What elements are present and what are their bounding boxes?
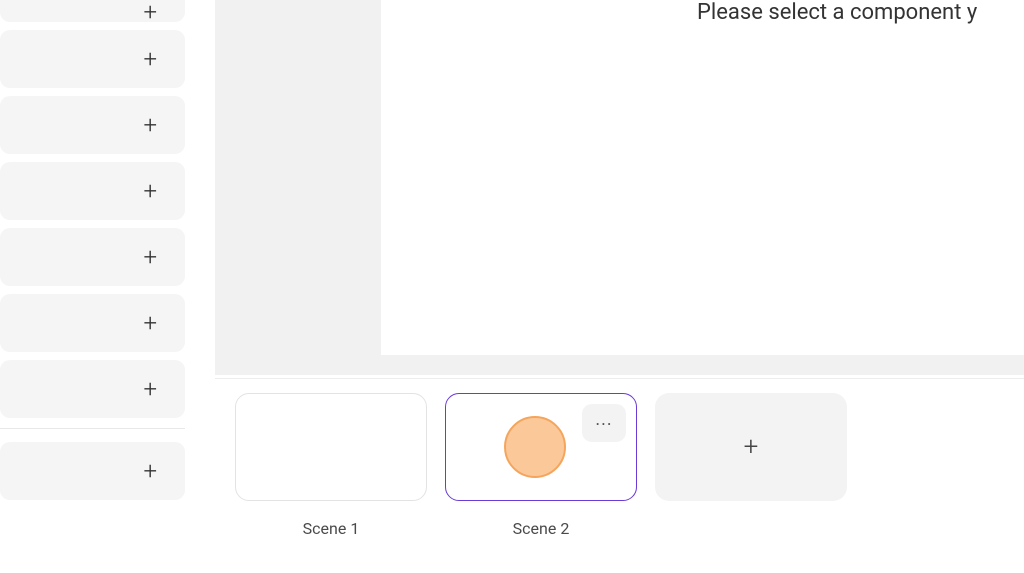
add-item-tile[interactable]: + <box>0 360 185 418</box>
add-item-tile[interactable]: + <box>0 96 185 154</box>
scene-label: Scene 2 <box>513 519 570 538</box>
canvas-area: Please select a component y <box>215 0 1024 375</box>
canvas-prompt-text: Please select a component y <box>697 0 977 25</box>
add-item-tile[interactable]: + <box>0 442 185 500</box>
panel-divider <box>0 428 185 434</box>
plus-icon: + <box>143 459 157 483</box>
add-item-tile[interactable]: + <box>0 30 185 88</box>
add-scene-button[interactable]: + <box>655 393 847 501</box>
left-panel: + + + + + + + + <box>0 0 191 573</box>
plus-icon: + <box>143 377 157 401</box>
add-item-tile[interactable]: + <box>0 0 185 22</box>
plus-icon: + <box>143 179 157 203</box>
plus-icon: + <box>744 432 759 462</box>
scene-thumbnail-selected[interactable]: ... <box>445 393 637 501</box>
highlight-marker-icon <box>504 416 566 478</box>
scene-timeline: Scene 1 ... Scene 2 + <box>215 378 1024 573</box>
add-item-tile[interactable]: + <box>0 294 185 352</box>
scene-block: ... Scene 2 <box>445 393 637 538</box>
plus-icon: + <box>143 47 157 71</box>
scene-label: Scene 1 <box>303 519 360 538</box>
plus-icon: + <box>143 113 157 137</box>
add-item-tile[interactable]: + <box>0 162 185 220</box>
scene-block: Scene 1 <box>235 393 427 538</box>
scene-thumbnail[interactable] <box>235 393 427 501</box>
plus-icon: + <box>143 245 157 269</box>
more-icon: ... <box>595 411 612 429</box>
plus-icon: + <box>143 0 157 24</box>
add-item-tile[interactable]: + <box>0 228 185 286</box>
plus-icon: + <box>143 311 157 335</box>
scene-more-button[interactable]: ... <box>582 404 626 442</box>
canvas-stage[interactable]: Please select a component y <box>381 0 1024 355</box>
